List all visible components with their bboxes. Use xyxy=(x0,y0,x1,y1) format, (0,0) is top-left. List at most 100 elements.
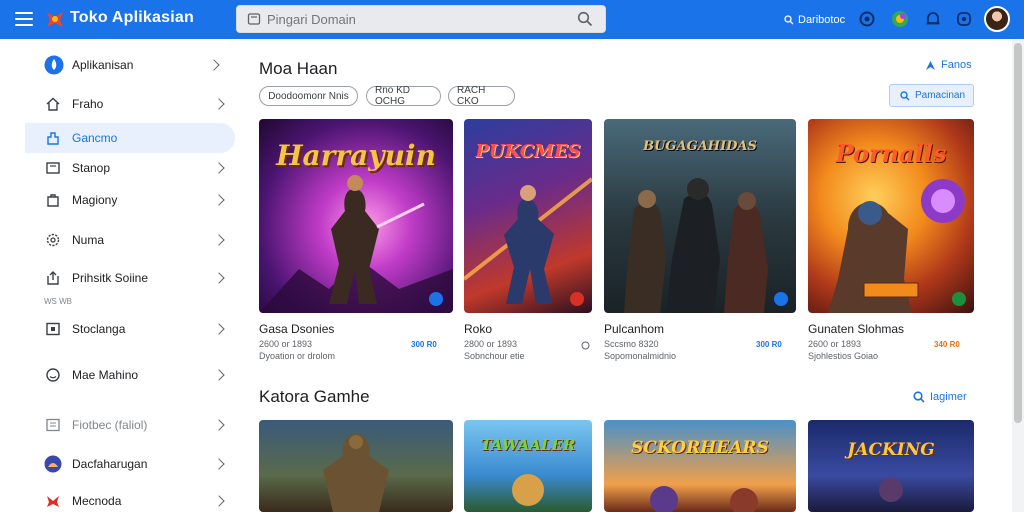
search-filter-button[interactable]: Pamacinan xyxy=(889,84,974,107)
see-more-link[interactable]: Iagimer xyxy=(913,391,967,403)
gear-icon xyxy=(46,233,60,247)
badge-icon xyxy=(952,292,966,306)
chevron-right-icon xyxy=(213,234,225,246)
logo-icon[interactable] xyxy=(44,8,66,30)
app-title[interactable]: Toko Aplikasian xyxy=(70,9,194,27)
game-card[interactable]: PUKCMES Roko 2800 or 1893 Sobnchour etie xyxy=(464,119,592,367)
sidebar-item-share[interactable]: Prihsitk Soiine xyxy=(25,263,235,293)
game-price: 300 R0 xyxy=(756,340,782,349)
chevron-right-icon xyxy=(208,59,220,71)
globe-icon xyxy=(44,455,62,473)
game-title: Roko xyxy=(464,322,493,336)
game-card[interactable] xyxy=(259,420,453,512)
sidebar-item-home[interactable]: Fraho xyxy=(25,89,235,119)
sidebar-item-label: Numa xyxy=(72,233,105,247)
game-thumbnail: PUKCMES xyxy=(464,119,592,313)
game-meta: Sjohlestios Goiao xyxy=(808,351,879,361)
chevron-right-icon xyxy=(213,162,225,174)
badge-icon xyxy=(429,292,443,306)
avatar[interactable] xyxy=(984,6,1010,32)
game-card[interactable]: Pornalls Gunaten Slohmas 2600 or 1893 Sj… xyxy=(808,119,974,367)
see-more-link[interactable]: Fanos xyxy=(925,59,972,71)
sidebar-item-feedback[interactable]: Fiotbec (faliol) xyxy=(25,410,235,440)
game-art xyxy=(512,474,544,506)
game-card[interactable]: SCKORHEARS xyxy=(604,420,796,512)
account-label: Daribotoc xyxy=(798,13,846,26)
game-thumbnail: BUGAGAHIDAS xyxy=(604,119,796,313)
share-icon xyxy=(47,271,59,285)
sidebar-item-bag[interactable]: Magiony xyxy=(25,185,235,215)
badge-icon xyxy=(570,292,584,306)
section-title: Moa Haan xyxy=(259,59,338,78)
sidebar-item-mae[interactable]: Mae Mahino xyxy=(25,360,235,390)
sidebar-item-storage[interactable]: Stoclanga xyxy=(25,314,235,344)
search-small-icon xyxy=(784,14,794,24)
game-meta: 2600 or 1893 xyxy=(259,339,313,349)
game-art-title: BUGAGAHIDAS xyxy=(643,139,757,154)
game-meta: Sopomonalmidnio xyxy=(604,351,677,361)
info-icon xyxy=(581,341,590,350)
help-icon[interactable] xyxy=(858,10,876,28)
list-icon xyxy=(46,418,60,432)
game-icon xyxy=(47,132,59,145)
settings-icon[interactable] xyxy=(955,10,973,28)
game-thumbnail xyxy=(259,420,453,512)
search-icon xyxy=(900,90,910,100)
shop-icon xyxy=(46,162,60,174)
game-art-title: Pornalls xyxy=(835,139,947,168)
sidebar-item-label: Mecnoda xyxy=(72,494,122,508)
games-icon[interactable] xyxy=(891,10,909,28)
sidebar-item-settings[interactable]: Numa xyxy=(25,225,235,255)
game-card[interactable]: BUGAGAHIDAS Pulcanhom Sccsmo 8320 Sopomo… xyxy=(604,119,796,367)
game-title: Pulcanhom xyxy=(604,322,665,336)
sidebar-item-sublabel: WS WB xyxy=(44,297,72,306)
sidebar-item-shop[interactable]: Stanop xyxy=(25,153,235,183)
game-thumbnail: Harrayuin xyxy=(259,119,453,313)
game-meta: 2600 or 1893 xyxy=(808,339,862,349)
chevron-right-icon xyxy=(213,272,225,284)
sidebar-item-label: Magiony xyxy=(72,193,118,207)
chevron-right-icon xyxy=(213,369,225,381)
game-art-title: PUKCMES xyxy=(475,141,581,162)
game-price: 340 R0 xyxy=(934,340,960,349)
game-card[interactable]: TAWAALER xyxy=(464,420,592,512)
notification-icon[interactable] xyxy=(924,10,942,28)
filter-chip[interactable]: Rno KD OCHG xyxy=(366,85,441,107)
search-input[interactable] xyxy=(267,9,567,29)
search-bar[interactable] xyxy=(236,5,606,33)
sidebar-item-label: Prihsitk Soiine xyxy=(72,271,149,285)
chevron-right-icon xyxy=(213,419,225,431)
home-icon xyxy=(46,97,60,111)
game-meta: Sccsmo 8320 xyxy=(604,339,659,349)
sidebar-item-games[interactable]: Gancmo xyxy=(25,123,235,153)
sidebar-item-apps[interactable]: Aplikanisan xyxy=(25,50,235,80)
sidebar-item-mecnoda[interactable]: Mecnoda xyxy=(25,486,235,512)
game-art xyxy=(650,486,758,512)
game-meta: Sobnchour etie xyxy=(464,351,525,361)
sidebar-item-label: Aplikanisan xyxy=(72,58,134,72)
top-app-bar: Toko Aplikasian Daribotoc xyxy=(0,0,1024,39)
filter-chip[interactable]: Doodoomonr Nnis xyxy=(259,86,358,106)
main-content: Moa Haan Fanos Doodoomonr Nnis Rno KD OC… xyxy=(247,39,1007,512)
flag-icon xyxy=(47,496,59,507)
menu-icon[interactable] xyxy=(14,10,34,28)
game-card[interactable]: Harrayuin Gasa Dsonies 2600 or 1893 Dyoa… xyxy=(259,119,453,367)
app-icon xyxy=(44,55,64,75)
game-art xyxy=(879,478,903,502)
sidebar-item-dacfaharugan[interactable]: Dacfaharugan xyxy=(25,449,235,479)
sidebar-item-label: Mae Mahino xyxy=(72,368,139,382)
sidebar-item-label: Dacfaharugan xyxy=(72,457,148,471)
scrollbar-thumb[interactable] xyxy=(1014,43,1022,423)
chevron-right-icon xyxy=(213,194,225,206)
chevron-right-icon xyxy=(213,495,225,507)
filter-label: Pamacinan xyxy=(915,90,966,101)
search-icon[interactable] xyxy=(577,11,593,27)
scrollbar[interactable] xyxy=(1012,39,1024,512)
game-card[interactable]: JACKING xyxy=(808,420,974,512)
see-more-label: Iagimer xyxy=(930,391,967,403)
filter-chip[interactable]: RACH CKO xyxy=(448,85,515,107)
chevron-right-icon xyxy=(213,98,225,110)
storage-icon xyxy=(46,322,60,336)
account-link[interactable]: Daribotoc xyxy=(784,0,845,39)
game-thumbnail: TAWAALER xyxy=(464,420,592,512)
